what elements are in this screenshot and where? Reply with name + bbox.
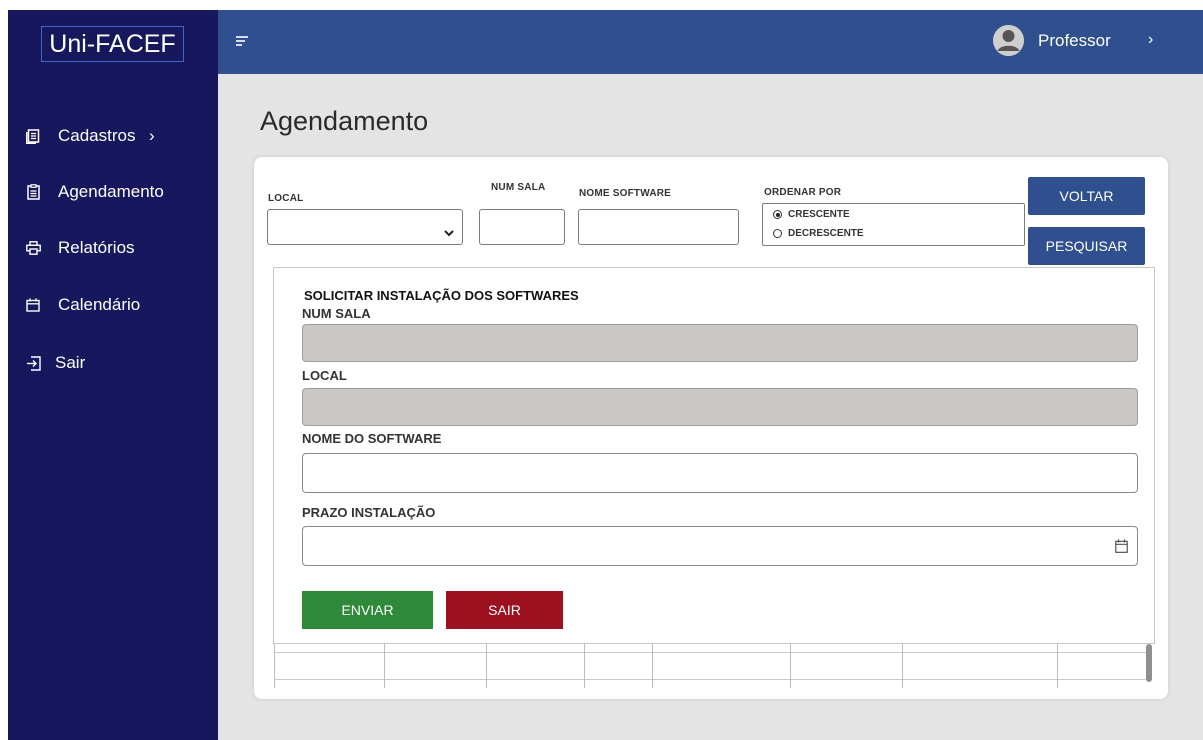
num-sala-field[interactable] — [302, 324, 1138, 362]
calendar-icon — [25, 297, 41, 313]
sidebar: Uni-FACEF Cadastros › Agendamento Relató… — [8, 10, 218, 740]
nome-software-field-label: NOME DO SOFTWARE — [302, 431, 442, 446]
user-name[interactable]: Professor — [1038, 31, 1111, 51]
sidebar-item-sair[interactable]: Sair — [8, 346, 218, 380]
voltar-button[interactable]: VOLTAR — [1028, 177, 1145, 215]
sidebar-item-label: Sair — [55, 353, 86, 372]
sair-button[interactable]: SAIR — [446, 591, 563, 629]
radio-crescente[interactable]: CRESCENTE — [773, 209, 850, 220]
sidebar-item-label: Relatórios — [58, 238, 135, 257]
chevron-down-icon — [444, 224, 454, 242]
table-scrollbar[interactable] — [1146, 644, 1152, 682]
radio-selected-icon[interactable] — [773, 210, 782, 219]
enviar-button[interactable]: ENVIAR — [302, 591, 433, 629]
sidebar-item-label: Cadastros — [58, 126, 136, 145]
clipboard-icon — [25, 184, 41, 200]
sidebar-item-agendamento[interactable]: Agendamento — [8, 175, 218, 209]
ordenar-radio-group: CRESCENTE DECRESCENTE — [762, 203, 1025, 246]
local-field[interactable] — [302, 388, 1138, 426]
nome-software-input[interactable] — [578, 209, 739, 245]
document-list-icon — [25, 128, 41, 144]
modal-title: SOLICITAR INSTALAÇÃO DOS SOFTWARES — [304, 288, 579, 303]
sidebar-item-calendario[interactable]: Calendário — [8, 288, 218, 322]
sidebar-item-label: Agendamento — [58, 182, 164, 201]
brand-logo[interactable]: Uni-FACEF — [41, 26, 184, 62]
install-request-modal: SOLICITAR INSTALAÇÃO DOS SOFTWARES NUM S… — [273, 267, 1155, 644]
radio-decrescente[interactable]: DECRESCENTE — [773, 228, 864, 239]
nome-software-label: NOME SOFTWARE — [579, 188, 672, 199]
num-sala-input[interactable] — [479, 209, 565, 245]
page-title: Agendamento — [260, 106, 429, 136]
local-label: LOCAL — [268, 193, 304, 204]
sidebar-item-label: Calendário — [58, 295, 141, 314]
avatar[interactable] — [993, 25, 1024, 56]
prazo-field-label: PRAZO INSTALAÇÃO — [302, 505, 436, 520]
ordenar-label: ORDENAR POR — [764, 187, 842, 198]
sidebar-item-relatorios[interactable]: Relatórios — [8, 231, 218, 265]
calendar-icon[interactable] — [1115, 539, 1128, 558]
sidebar-item-cadastros[interactable]: Cadastros › — [8, 119, 218, 153]
num-sala-field-label: NUM SALA — [302, 306, 371, 321]
local-field-label: LOCAL — [302, 368, 347, 383]
printer-icon — [25, 240, 41, 256]
top-bar: Professor › — [218, 10, 1203, 74]
radio-label: CRESCENTE — [788, 209, 850, 220]
local-select[interactable] — [267, 209, 463, 245]
menu-icon[interactable] — [235, 34, 249, 48]
radio-unselected-icon[interactable] — [773, 229, 782, 238]
chevron-right-icon[interactable]: › — [1148, 31, 1153, 49]
logout-icon — [25, 355, 41, 371]
nome-software-field[interactable] — [302, 453, 1138, 493]
chevron-right-icon: › — [149, 126, 155, 145]
radio-label: DECRESCENTE — [788, 228, 864, 239]
prazo-date-field[interactable] — [302, 526, 1138, 566]
pesquisar-button[interactable]: PESQUISAR — [1028, 227, 1145, 265]
num-sala-label: NUM SALA — [491, 182, 546, 193]
